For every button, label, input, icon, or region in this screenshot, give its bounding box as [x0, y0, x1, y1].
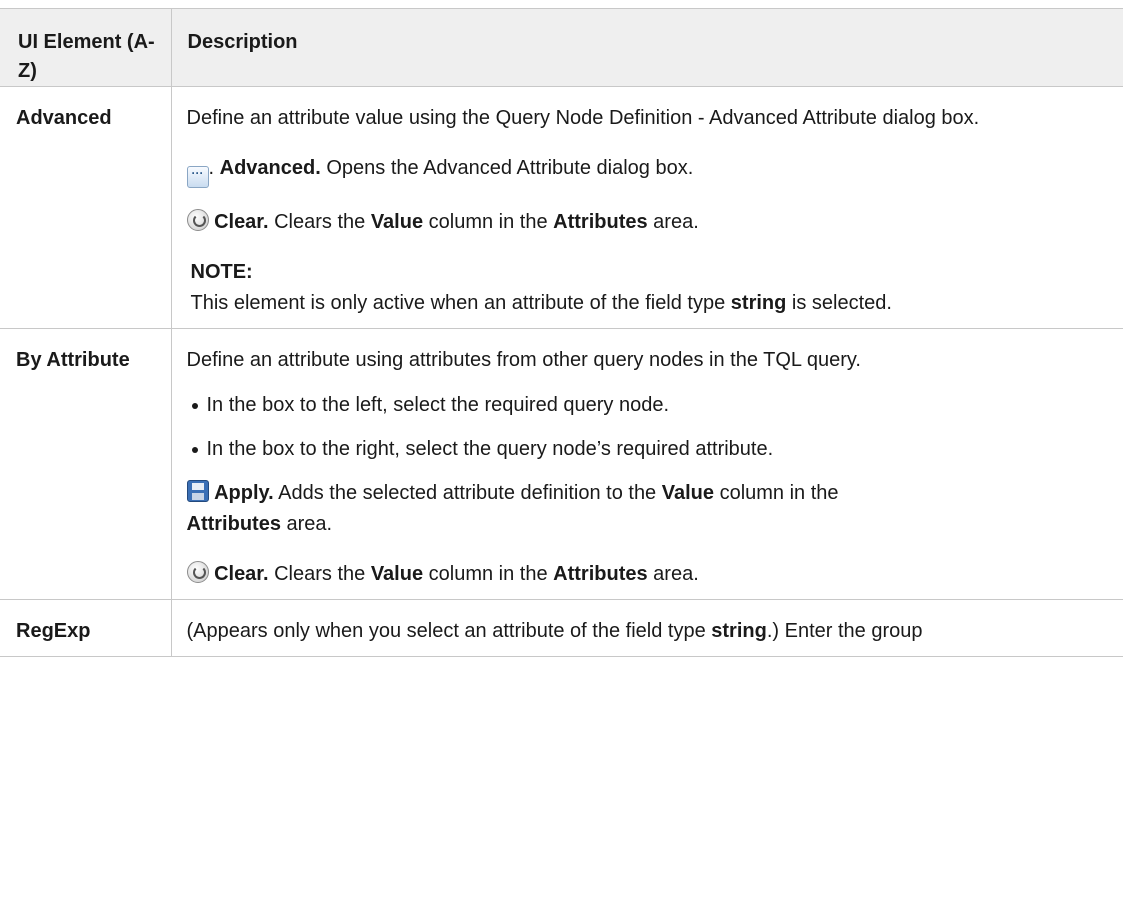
advanced-intro: Define an attribute value using the Quer…: [186, 107, 980, 129]
ui-elements-table: UI Element (A-Z) Description Advanced De…: [0, 8, 1123, 657]
note-title: NOTE:: [190, 261, 253, 283]
regexp-text-2: .) Enter the group: [766, 620, 923, 642]
clear-icon: [186, 209, 209, 231]
description-advanced: Define an attribute value using the Quer…: [171, 86, 1123, 329]
apply-bold-value: Value: [661, 482, 715, 504]
element-name-regexp: RegExp: [0, 599, 172, 657]
clear-button-description-2: Clear. Clears the Value column in the At…: [186, 559, 1123, 590]
by-attribute-intro: Define an attribute using attributes fro…: [186, 349, 861, 371]
note-block: NOTE: This element is only active when a…: [187, 257, 1123, 319]
description-by-attribute: Define an attribute using attributes fro…: [171, 328, 1123, 600]
clear-text-3: area.: [647, 211, 699, 233]
clear2-bold-value: Value: [370, 563, 424, 585]
header-description: Description: [171, 8, 1123, 87]
clear-bold-attributes: Attributes: [553, 211, 648, 233]
element-name-advanced: Advanced: [0, 86, 172, 329]
ellipsis-button-icon: ···: [186, 166, 209, 188]
by-attribute-bullets: In the box to the left, select the requi…: [187, 390, 1123, 465]
description-regexp: (Appears only when you select an attribu…: [171, 599, 1123, 657]
apply-text-2: column in the: [714, 482, 839, 504]
save-icon: [186, 480, 209, 502]
table-row-regexp: RegExp (Appears only when you select an …: [0, 599, 1123, 657]
clear-bold-value: Value: [370, 211, 424, 233]
list-item: In the box to the left, select the requi…: [191, 390, 1123, 421]
apply-text-3: area.: [280, 513, 333, 535]
apply-bold-attributes: Attributes: [186, 513, 281, 535]
element-name-by-attribute: By Attribute: [0, 328, 172, 600]
table-header-row: UI Element (A-Z) Description: [0, 8, 1123, 87]
note-text-1: This element is only active when an attr…: [190, 292, 731, 314]
note-text-2: is selected.: [786, 292, 892, 314]
clear2-bold-attributes: Attributes: [553, 563, 648, 585]
advanced-button-title: Advanced.: [219, 157, 321, 179]
list-item: In the box to the right, select the quer…: [191, 434, 1123, 465]
clear2-text-2: column in the: [423, 563, 554, 585]
clear-text-1: Clears the: [268, 211, 371, 233]
advanced-button-text: Opens the Advanced Attribute dialog box.: [320, 157, 694, 179]
regexp-text-1: (Appears only when you select an attribu…: [186, 620, 712, 642]
apply-text-1: Adds the selected attribute definition t…: [273, 482, 662, 504]
advanced-button-description: ···. Advanced. Opens the Advanced Attrib…: [186, 153, 1123, 188]
clear-title-2: Clear.: [214, 563, 269, 585]
apply-title: Apply.: [214, 482, 274, 504]
note-text: This element is only active when an attr…: [191, 288, 1123, 319]
clear-button-description: Clear. Clears the Value column in the At…: [186, 207, 1123, 238]
clear-text-2: column in the: [423, 211, 554, 233]
table-row-advanced: Advanced Define an attribute value using…: [0, 86, 1123, 329]
clear-icon: [186, 561, 209, 583]
note-bold-string: string: [730, 292, 787, 314]
clear2-text-3: area.: [647, 563, 699, 585]
header-ui-element: UI Element (A-Z): [0, 8, 172, 87]
regexp-bold-string: string: [711, 620, 767, 642]
apply-button-description: Apply. Adds the selected attribute defin…: [186, 478, 1123, 540]
clear-title: Clear.: [214, 211, 269, 233]
table-row-by-attribute: By Attribute Define an attribute using a…: [0, 328, 1123, 600]
clear2-text-1: Clears the: [268, 563, 371, 585]
